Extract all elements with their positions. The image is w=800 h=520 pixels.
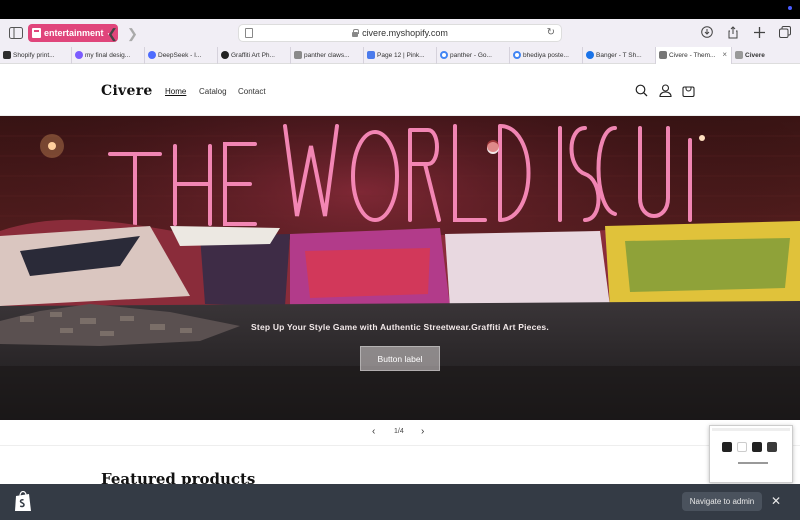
tab-favicon-icon [735,51,743,59]
nav-catalog-link[interactable]: Catalog [199,87,227,96]
slideshow-controls: ‹ 1/4 › [0,420,800,446]
back-arrow-icon[interactable]: ❮ [107,26,118,42]
tab-favicon-icon [3,51,11,59]
tab-label: bhediya poste... [523,52,569,59]
browser-tab-strip: Shopify print... my final desig... DeepS… [0,47,800,64]
status-dot [788,6,792,10]
tab-label: Page 12 | Pink... [377,52,425,59]
tab-label: Civere [745,52,765,59]
tab-group-icon [32,28,41,38]
page-preview-thumbnail[interactable] [709,425,793,483]
preview-product [767,442,777,452]
share-icon[interactable] [726,25,740,39]
cart-icon[interactable] [682,84,695,98]
tab-favicon-icon [75,51,83,59]
hero-banner: Step Up Your Style Game with Authentic S… [0,116,800,420]
forward-arrow-icon[interactable]: ❯ [127,26,138,42]
hero-graffiti-image [0,116,800,420]
browser-toolbar: entertainment ⌄ ❮ ❯ civere.myshopify.com… [0,19,800,47]
chevron-right-icon[interactable]: › [421,426,424,437]
browser-tab[interactable]: Banger - T Sh... [583,47,656,64]
tab-group-pill[interactable]: entertainment ⌄ [28,24,119,42]
store-logo[interactable]: Civere [101,83,153,99]
tab-group-label: entertainment [44,28,104,38]
nav-home-link[interactable]: Home [165,87,186,96]
preview-product [752,442,762,452]
browser-tab[interactable]: Page 12 | Pink... [364,47,437,64]
preview-product [737,442,747,452]
download-icon[interactable] [700,25,714,39]
tab-close-icon[interactable]: × [722,50,727,59]
tab-favicon-icon [513,51,521,59]
tab-label: Civere - Them... [669,52,716,59]
tab-label: Banger - T Sh... [596,52,642,59]
browser-tab[interactable]: panther claws... [291,47,364,64]
hero-button[interactable]: Button label [360,346,440,371]
tab-label: panther - Go... [450,52,492,59]
chevron-left-icon[interactable]: ‹ [372,426,375,437]
browser-tab[interactable]: Civere [732,47,790,64]
address-url: civere.myshopify.com [362,28,448,38]
browser-tab[interactable]: Shopify print... [0,47,72,64]
shopify-bag-icon[interactable] [14,490,32,512]
tab-label: DeepSeek - I... [158,52,202,59]
preview-product [722,442,732,452]
address-bar[interactable]: civere.myshopify.com ↻ [238,24,562,42]
page-settings-icon[interactable] [245,28,253,38]
tab-favicon-icon [440,51,448,59]
tab-overview-icon[interactable] [778,25,792,39]
slide-counter: 1/4 [394,428,404,435]
shopify-admin-bar: Navigate to admin ✕ [0,484,800,520]
reload-icon[interactable]: ↻ [547,27,555,38]
close-icon[interactable]: ✕ [771,494,781,508]
tab-label: panther claws... [304,52,350,59]
tab-favicon-icon [148,51,156,59]
tab-favicon-icon [294,51,302,59]
tab-favicon-icon [659,51,667,59]
browser-tab[interactable]: panther - Go... [437,47,510,64]
tab-label: my final desig... [85,52,131,59]
store-header: Civere Home Catalog Contact [0,65,800,116]
tab-favicon-icon [221,51,229,59]
tab-favicon-icon [367,51,375,59]
browser-tab[interactable]: DeepSeek - I... [145,47,218,64]
tab-label: Shopify print... [13,52,55,59]
hero-tagline: Step Up Your Style Game with Authentic S… [251,322,549,332]
browser-tab[interactable]: my final desig... [72,47,145,64]
sidebar-toggle-icon[interactable] [9,26,23,40]
top-strip [0,0,800,19]
new-tab-icon[interactable] [752,25,766,39]
browser-tab[interactable]: Graffiti Art Ph... [218,47,291,64]
nav-contact-link[interactable]: Contact [238,87,266,96]
tab-label: Graffiti Art Ph... [231,52,275,59]
preview-header-bar [712,428,790,431]
lock-icon [352,28,360,37]
navigate-to-admin-button[interactable]: Navigate to admin [682,492,762,511]
tab-favicon-icon [586,51,594,59]
browser-tab-active[interactable]: Civere - Them... × [656,47,732,64]
preview-text-line [738,462,768,464]
browser-tab[interactable]: bhediya poste... [510,47,583,64]
search-icon[interactable] [635,84,648,97]
account-icon[interactable] [659,84,672,98]
